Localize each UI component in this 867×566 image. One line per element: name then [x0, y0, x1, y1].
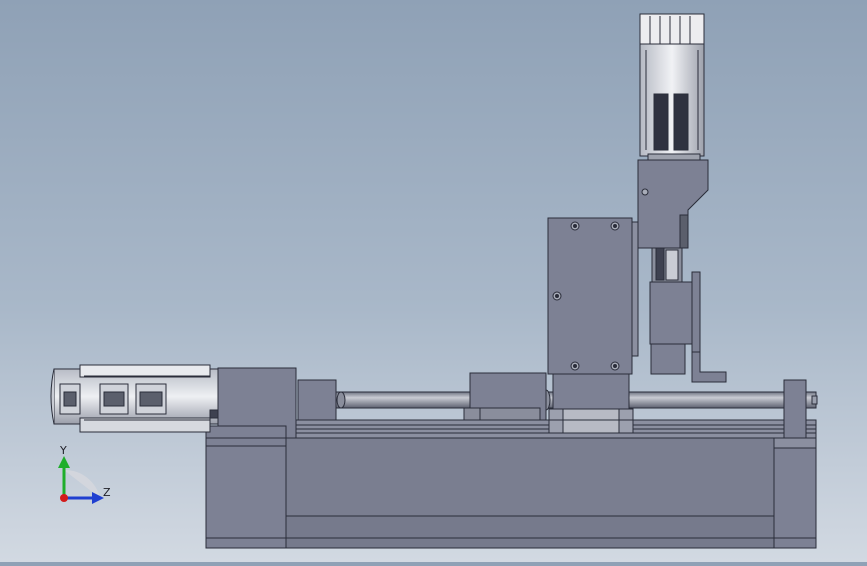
z-motor	[639, 13, 705, 163]
carriage	[548, 372, 634, 434]
coordinate-triad: Y Z	[58, 444, 111, 504]
triad-z-label: Z	[103, 486, 111, 499]
cad-viewport[interactable]: Y Z	[0, 0, 867, 562]
assembly-drawing: Y Z	[50, 13, 818, 549]
x-motor	[50, 364, 219, 433]
triad-y-label: Y	[59, 444, 67, 457]
end-support	[773, 379, 817, 449]
base-frame	[205, 437, 817, 549]
z-slide	[637, 159, 727, 383]
screw-nut-block	[463, 372, 547, 421]
vertical-plate	[547, 217, 639, 375]
